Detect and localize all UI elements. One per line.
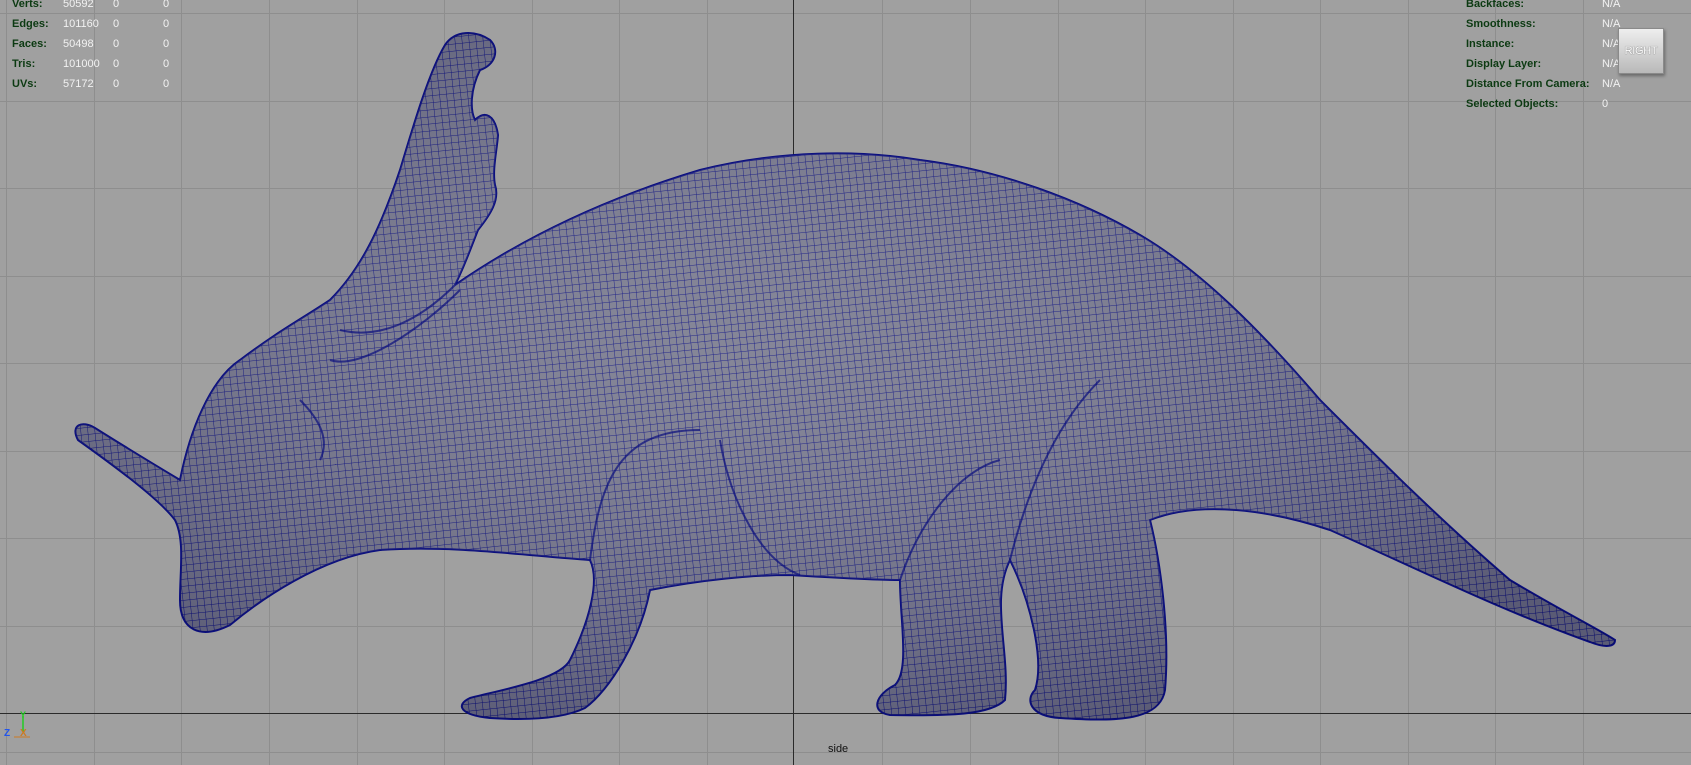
- detail-row-instance: Instance: N/A: [1466, 34, 1620, 54]
- detail-value: 0: [1602, 98, 1609, 110]
- stat-component: 0: [163, 38, 170, 50]
- stat-selected: 0: [113, 0, 120, 10]
- detail-row-backfaces: Backfaces: N/A: [1466, 0, 1620, 14]
- detail-label: Distance From Camera:: [1466, 78, 1590, 90]
- poly-count-hud: Verts: 50592 0 0 Edges: 101160 0 0 Faces…: [12, 0, 213, 94]
- stat-component: 0: [163, 0, 170, 10]
- detail-label: Selected Objects:: [1466, 98, 1559, 110]
- stat-label: UVs:: [12, 78, 38, 90]
- stat-row-edges: Edges: 101160 0 0: [12, 14, 213, 34]
- detail-label: Smoothness:: [1466, 18, 1536, 30]
- stat-label: Verts:: [12, 0, 43, 10]
- object-details-hud: Backfaces: N/A Smoothness: N/A Instance:…: [1466, 0, 1620, 114]
- stat-selected: 0: [113, 58, 120, 70]
- stat-row-faces: Faces: 50498 0 0: [12, 34, 213, 54]
- view-cube[interactable]: RIGHT: [1618, 28, 1664, 74]
- stat-component: 0: [163, 58, 170, 70]
- mesh-body: [74, 32, 1617, 721]
- detail-label: Instance:: [1466, 38, 1515, 50]
- stat-component: 0: [163, 78, 170, 90]
- stat-value: 50498: [63, 38, 94, 50]
- dinosaur-mesh[interactable]: [0, 0, 1691, 765]
- axis-x-label: X: [20, 728, 27, 739]
- detail-row-display-layer: Display Layer: N/A: [1466, 54, 1620, 74]
- detail-row-selected-objects: Selected Objects: 0: [1466, 94, 1620, 114]
- stat-label: Faces:: [12, 38, 47, 50]
- stat-label: Edges:: [12, 18, 49, 30]
- viewport-panel[interactable]: Verts: 50592 0 0 Edges: 101160 0 0 Faces…: [0, 0, 1691, 765]
- stat-selected: 0: [113, 78, 120, 90]
- camera-name-label: side: [828, 743, 849, 755]
- detail-row-smoothness: Smoothness: N/A: [1466, 14, 1620, 34]
- stat-value: 101000: [63, 58, 100, 70]
- stat-selected: 0: [113, 38, 120, 50]
- axis-y-label: Y: [20, 710, 26, 720]
- stat-value: 57172: [63, 78, 94, 90]
- stat-row-tris: Tris: 101000 0 0: [12, 54, 213, 74]
- stat-row-uvs: UVs: 57172 0 0: [12, 74, 213, 94]
- detail-row-distance: Distance From Camera: N/A: [1466, 74, 1620, 94]
- stat-value: 50592: [63, 0, 94, 10]
- detail-label: Display Layer:: [1466, 58, 1542, 70]
- stat-row-verts: Verts: 50592 0 0: [12, 0, 213, 14]
- stat-selected: 0: [113, 18, 120, 30]
- detail-label: Backfaces:: [1466, 0, 1525, 10]
- axis-z-label: Z: [4, 728, 10, 739]
- detail-value: N/A: [1602, 0, 1621, 10]
- detail-value: N/A: [1602, 78, 1621, 90]
- stat-value: 101160: [63, 18, 99, 30]
- stat-label: Tris:: [12, 58, 36, 70]
- view-cube-label: RIGHT: [1624, 45, 1658, 57]
- axis-gizmo-icon: Y Z X: [4, 710, 30, 739]
- stat-component: 0: [163, 18, 170, 30]
